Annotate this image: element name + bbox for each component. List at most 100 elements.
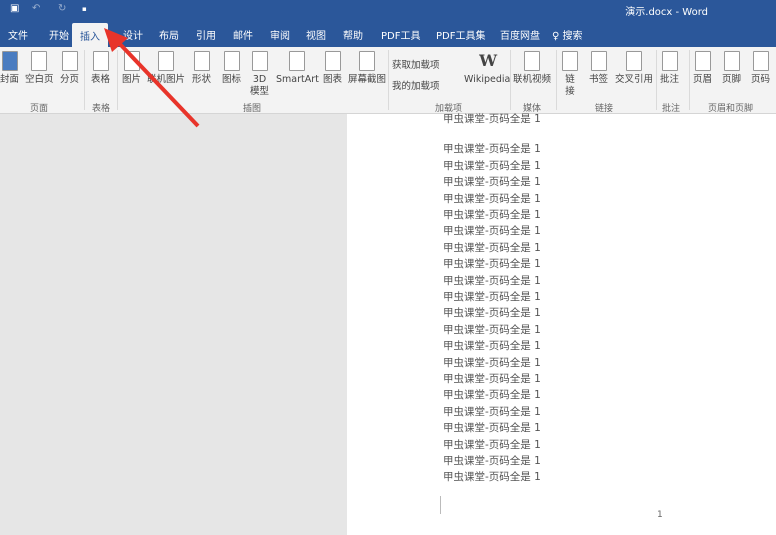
button-label: 交叉引用 bbox=[615, 74, 654, 85]
ribbon: 封面 空白页 分页 表格 图片 联机图片 形状 图标 3D 模型 SmartArt 图表 屏幕截图 W W… bbox=[0, 47, 776, 114]
group-label: 页眉和页脚 bbox=[708, 104, 754, 114]
document-page[interactable]: 1 甲虫课堂-页码全是 1 甲虫课堂-页码全是 1 甲虫课堂-页码全是 1 甲虫课堂-… bbox=[347, 113, 776, 535]
button-icon bbox=[123, 51, 140, 71]
tab-7[interactable]: 审阅 bbox=[270, 27, 290, 42]
button-label: 批注 bbox=[660, 74, 680, 85]
button-icon bbox=[31, 51, 48, 71]
document-line: 甲虫课堂-页码全是 1 bbox=[443, 176, 541, 189]
ribbon-button-19[interactable]: 页脚 bbox=[722, 51, 741, 86]
button-icon bbox=[723, 51, 740, 71]
document-line: 甲虫课堂-页码全是 1 bbox=[443, 192, 541, 205]
addin-mine-button[interactable]: 我的加载项 bbox=[392, 78, 440, 92]
ribbon-button-18[interactable]: 页眉 bbox=[693, 51, 712, 86]
margin-marker bbox=[423, 496, 441, 514]
tab-10[interactable]: PDF工具 bbox=[381, 27, 420, 42]
tab-8[interactable]: 视图 bbox=[306, 27, 326, 42]
button-label: 3D 模型 bbox=[250, 74, 270, 97]
ribbon-button-10[interactable]: 图表 bbox=[323, 51, 342, 86]
customize-icon[interactable]: ▪ bbox=[82, 5, 87, 13]
addin-get-button[interactable]: 获取加载项 bbox=[392, 57, 440, 71]
button-icon bbox=[626, 51, 642, 71]
title-bar: ▣ ↶ ↻ ▪ 演示.docx - Word bbox=[0, 0, 776, 19]
ribbon-button-6[interactable]: 形状 bbox=[192, 51, 211, 86]
document-line: 甲虫课堂-页码全是 1 bbox=[443, 209, 541, 221]
button-icon bbox=[61, 51, 78, 71]
tab-4[interactable]: 布局 bbox=[159, 27, 179, 42]
page-number: 1 bbox=[657, 510, 663, 520]
tab-0[interactable]: 文件 bbox=[8, 27, 28, 42]
document-line: 甲虫课堂-页码全是 1 bbox=[443, 455, 541, 467]
ribbon-button-9[interactable]: SmartArt bbox=[276, 51, 319, 86]
redo-icon[interactable]: ↻ bbox=[58, 3, 66, 14]
ribbon-button-11[interactable]: 屏幕截图 bbox=[348, 51, 386, 86]
button-icon bbox=[223, 51, 240, 71]
ribbon-button-15[interactable]: 书签 bbox=[589, 51, 608, 86]
button-icon bbox=[289, 51, 306, 71]
tab-9[interactable]: 帮助 bbox=[343, 27, 363, 42]
button-label: 联机图片 bbox=[147, 74, 186, 85]
tab-13[interactable]: ♀ 搜索 bbox=[552, 27, 583, 42]
button-icon bbox=[193, 51, 210, 71]
ribbon-button-5[interactable]: 联机图片 bbox=[147, 51, 185, 86]
button-icon bbox=[590, 51, 607, 71]
document-line: 甲虫课堂-页码全是 1 bbox=[443, 323, 541, 336]
ribbon-button-1[interactable]: 空白页 bbox=[25, 51, 54, 86]
ribbon-button-4[interactable]: 图片 bbox=[122, 51, 141, 86]
ribbon-button-7[interactable]: 图标 bbox=[222, 51, 241, 86]
button-label: 图标 bbox=[222, 74, 242, 85]
group-divider bbox=[510, 50, 511, 110]
ribbon-button-13[interactable]: 联机视频 bbox=[513, 51, 551, 86]
document-line: 甲虫课堂-页码全是 1 bbox=[443, 389, 541, 402]
tab-6[interactable]: 邮件 bbox=[233, 27, 253, 42]
button-icon bbox=[524, 51, 540, 71]
button-label: 图表 bbox=[323, 74, 343, 85]
group-divider bbox=[656, 50, 657, 110]
ribbon-button-0[interactable]: 封面 bbox=[0, 51, 19, 86]
button-icon bbox=[359, 51, 375, 71]
button-label: 分页 bbox=[60, 74, 80, 85]
ribbon-button-3[interactable]: 表格 bbox=[91, 51, 110, 86]
button-label: 页脚 bbox=[722, 74, 742, 85]
tab-1[interactable]: 开始 bbox=[49, 27, 69, 42]
tab-12[interactable]: 百度网盘 bbox=[500, 27, 540, 42]
save-icon[interactable]: ▣ bbox=[10, 3, 19, 14]
tab-5[interactable]: 引用 bbox=[196, 27, 216, 42]
ribbon-button-16[interactable]: 交叉引用 bbox=[615, 51, 653, 86]
group-divider bbox=[117, 50, 118, 110]
button-icon bbox=[251, 51, 268, 71]
document-line: 甲虫课堂-页码全是 1 bbox=[443, 438, 541, 451]
tab-3[interactable]: 设计 bbox=[123, 27, 143, 42]
ribbon-button-20[interactable]: 页码 bbox=[751, 51, 770, 86]
group-divider bbox=[388, 50, 389, 110]
button-label: 屏幕截图 bbox=[348, 74, 387, 85]
ribbon-button-8[interactable]: 3D 模型 bbox=[250, 51, 269, 98]
ribbon-button-12[interactable]: W Wikipedia bbox=[464, 51, 510, 86]
document-line: 甲虫课堂-页码全是 1 bbox=[443, 356, 541, 369]
ribbon-button-2[interactable]: 分页 bbox=[60, 51, 79, 86]
document-line: 甲虫课堂-页码全是 1 bbox=[443, 113, 541, 125]
group-label: 表格 bbox=[92, 104, 111, 114]
button-label: 形状 bbox=[192, 74, 212, 85]
document-line: 甲虫课堂-页码全是 1 bbox=[443, 274, 541, 287]
button-label: 链 接 bbox=[565, 74, 575, 97]
document-line: 甲虫课堂-页码全是 1 bbox=[443, 225, 541, 238]
button-icon bbox=[562, 51, 578, 71]
group-divider bbox=[84, 50, 85, 110]
button-label: 封面 bbox=[0, 74, 20, 85]
document-line: 甲虫课堂-页码全是 1 bbox=[443, 373, 541, 385]
document-line: 甲虫课堂-页码全是 1 bbox=[443, 471, 541, 484]
ribbon-tabs: 文件 开始 插入 设计 布局 引用 邮件 审阅 视图 帮助 PDF工具 PDF工具集 百度网盘 ♀ 搜索 bbox=[0, 19, 776, 47]
document-line: 甲虫课堂-页码全是 1 bbox=[443, 307, 541, 320]
button-icon bbox=[158, 51, 174, 71]
button-icon bbox=[661, 51, 678, 71]
ribbon-button-14[interactable]: 链 接 bbox=[562, 51, 578, 98]
ribbon-button-17[interactable]: 批注 bbox=[660, 51, 679, 86]
tab-2[interactable]: 插入 bbox=[72, 23, 108, 47]
tab-11[interactable]: PDF工具集 bbox=[436, 27, 485, 42]
group-divider bbox=[689, 50, 690, 110]
button-label: 空白页 bbox=[25, 74, 54, 85]
undo-icon[interactable]: ↶ bbox=[32, 3, 40, 14]
button-label: 联机视频 bbox=[513, 74, 552, 85]
group-label: 链接 bbox=[595, 104, 614, 114]
button-icon bbox=[92, 51, 109, 71]
